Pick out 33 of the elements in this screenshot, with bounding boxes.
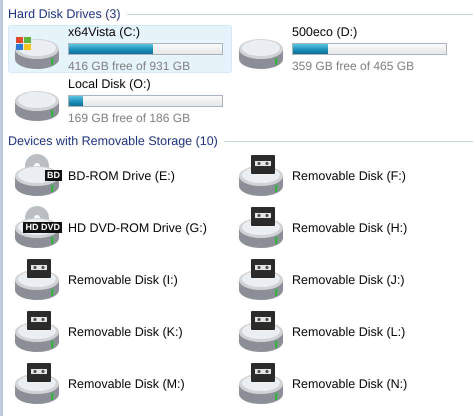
- drive-name: Removable Disk (J:): [292, 272, 405, 289]
- drive-item[interactable]: BD BD-ROM Drive (E:): [8, 152, 232, 200]
- drive-name: Removable Disk (H:): [292, 220, 408, 237]
- drive-item[interactable]: Removable Disk (H:): [232, 204, 456, 252]
- drive-name: Removable Disk (F:): [292, 168, 406, 185]
- drive-name: Removable Disk (K:): [68, 324, 183, 341]
- drive-item[interactable]: Removable Disk (F:): [232, 152, 456, 200]
- drive-item[interactable]: Local Disk (O:) 169 GB free of 186 GB: [8, 77, 232, 125]
- drive-item[interactable]: Removable Disk (J:): [232, 256, 456, 304]
- drive-name: Removable Disk (L:): [292, 324, 406, 341]
- disc-label: HD DVD: [23, 222, 62, 233]
- drive-item[interactable]: Removable Disk (K:): [8, 308, 232, 356]
- drive-name: BD-ROM Drive (E:): [68, 168, 175, 185]
- drive-name: HD DVD-ROM Drive (G:): [68, 220, 207, 237]
- drive-item[interactable]: HD DVD HD DVD-ROM Drive (G:): [8, 204, 232, 252]
- disc-label: BD: [45, 170, 62, 181]
- drive-name: 500eco (D:): [292, 24, 358, 41]
- drive-name: Removable Disk (I:): [68, 272, 178, 289]
- drive-item[interactable]: Removable Disk (I:): [8, 256, 232, 304]
- drive-item[interactable]: Removable Disk (N:): [232, 360, 456, 408]
- free-space-text: 169 GB free of 186 GB: [68, 110, 192, 128]
- free-space-text: 416 GB free of 931 GB: [68, 58, 192, 76]
- drive-name: Removable Disk (N:): [292, 376, 408, 393]
- drive-name: Local Disk (O:): [68, 76, 152, 93]
- drive-name: x64Vista (C:): [68, 24, 142, 41]
- drive-item[interactable]: Removable Disk (M:): [8, 360, 232, 408]
- group-header[interactable]: Devices with Removable Storage (10): [8, 132, 218, 150]
- drive-item[interactable]: 500eco (D:) 359 GB free of 465 GB: [232, 25, 456, 73]
- drive-item[interactable]: x64Vista (C:) 416 GB free of 931 GB: [8, 25, 232, 73]
- drive-item[interactable]: Removable Disk (L:): [232, 308, 456, 356]
- drive-name: Removable Disk (M:): [68, 376, 185, 393]
- group-header[interactable]: Hard Disk Drives (3): [8, 4, 121, 24]
- free-space-text: 359 GB free of 465 GB: [292, 58, 416, 76]
